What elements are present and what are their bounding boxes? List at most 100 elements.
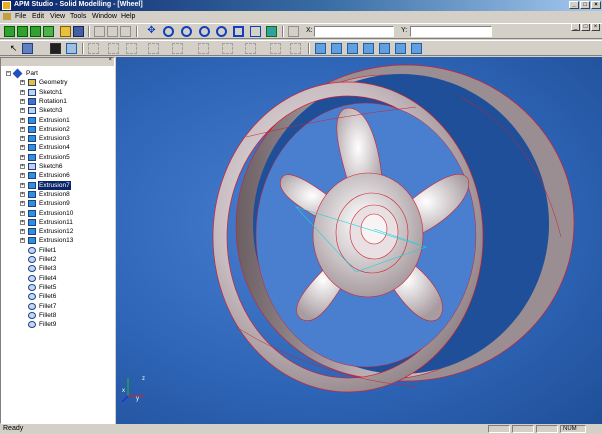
expand-toggle-icon[interactable]: +	[20, 173, 25, 179]
expand-toggle-icon[interactable]: +	[20, 98, 25, 104]
expand-toggle-icon[interactable]: +	[20, 136, 25, 142]
expand-toggle-icon[interactable]: +	[20, 108, 25, 114]
zoom-in-icon[interactable]	[163, 26, 174, 37]
fillet-icon	[28, 321, 36, 329]
tree-item-label: Fillet4	[39, 274, 57, 282]
menu-help[interactable]: Help	[121, 13, 135, 20]
axis-z-label: z	[142, 376, 145, 382]
tree-item-label: Fillet7	[39, 302, 57, 310]
close-button[interactable]: ×	[591, 1, 601, 9]
trim-icon[interactable]	[245, 43, 256, 54]
spline-icon[interactable]	[222, 43, 233, 54]
x-coordinate-field[interactable]	[314, 26, 394, 37]
new-drawing-icon[interactable]	[30, 26, 41, 37]
tree-item-label: Extrusion5	[39, 153, 70, 161]
point-icon[interactable]	[88, 43, 99, 54]
expand-toggle-icon[interactable]: +	[20, 182, 25, 188]
pan-icon[interactable]: ✥	[146, 26, 157, 37]
expand-toggle-icon[interactable]: +	[20, 164, 25, 169]
sketch-icon	[28, 163, 36, 170]
circle-icon[interactable]	[148, 43, 159, 54]
panel-close-icon[interactable]: ×	[108, 57, 112, 63]
paste-icon[interactable]	[120, 26, 131, 37]
new-part-icon[interactable]	[4, 26, 15, 37]
arc-icon[interactable]	[172, 43, 183, 54]
expand-toggle-icon[interactable]: +	[20, 229, 25, 235]
tree-item-label: Extrusion6	[39, 172, 70, 180]
toolbar-separator	[136, 26, 138, 37]
expand-toggle-icon[interactable]: +	[20, 210, 25, 216]
zoom-all-icon[interactable]	[216, 26, 227, 37]
menu-edit[interactable]: Edit	[32, 13, 44, 20]
num-lock-indicator: NUM	[560, 425, 586, 433]
wheel-model[interactable]	[116, 57, 602, 424]
collapse-toggle-icon[interactable]: −	[6, 71, 11, 76]
x-coordinate-label: X:	[306, 27, 313, 34]
rotate-view-icon[interactable]	[250, 26, 261, 37]
new-sketch-icon[interactable]	[43, 26, 54, 37]
expand-toggle-icon[interactable]: +	[20, 126, 25, 132]
fillet-icon[interactable]	[379, 43, 390, 54]
maximize-button[interactable]: □	[580, 1, 590, 9]
extrusion-icon	[28, 190, 36, 198]
tree-item-label: Extrusion2	[39, 125, 70, 133]
line-icon[interactable]	[108, 43, 119, 54]
tree-item-label: Fillet8	[39, 311, 57, 319]
loft-icon[interactable]	[363, 43, 374, 54]
expand-toggle-icon[interactable]: +	[20, 145, 25, 151]
app-icon	[2, 1, 11, 10]
menu-window[interactable]: Window	[92, 13, 117, 20]
layers-icon[interactable]	[66, 43, 77, 54]
expand-toggle-icon[interactable]: +	[20, 238, 25, 244]
minimize-button[interactable]: _	[569, 1, 579, 9]
expand-toggle-icon[interactable]: +	[20, 154, 25, 160]
fillet-icon	[28, 265, 36, 273]
axis-y-label: y	[136, 396, 139, 402]
extrusion-icon	[28, 218, 36, 226]
menu-view[interactable]: View	[50, 13, 65, 20]
polyline-icon[interactable]	[126, 43, 137, 54]
new-assembly-icon[interactable]	[17, 26, 28, 37]
sketch-mode-icon[interactable]	[22, 43, 33, 54]
3d-viewport[interactable]: z x y	[116, 57, 602, 424]
dimension-icon[interactable]	[270, 43, 281, 54]
extrusion-icon	[28, 181, 36, 189]
menu-file[interactable]: File	[15, 13, 26, 20]
select-view-icon[interactable]	[266, 26, 277, 37]
copy-icon[interactable]	[107, 26, 118, 37]
extrusion-icon	[28, 144, 36, 152]
menu-tools[interactable]: Tools	[70, 13, 86, 20]
revolve-icon[interactable]	[331, 43, 342, 54]
sweep-icon[interactable]	[347, 43, 358, 54]
sketch-icon	[28, 107, 36, 115]
expand-toggle-icon[interactable]: +	[20, 80, 25, 86]
zoom-out-icon[interactable]	[181, 26, 192, 37]
expand-toggle-icon[interactable]: +	[20, 191, 25, 197]
tree-item-label: Fillet2	[39, 256, 57, 263]
toolbar-separator	[308, 43, 310, 54]
expand-toggle-icon[interactable]: +	[20, 89, 25, 95]
tree-item-label: Extrusion8	[39, 190, 70, 198]
snap-icon[interactable]	[288, 26, 299, 37]
save-icon[interactable]	[73, 26, 84, 37]
select-arrow-icon[interactable]: ↖	[8, 43, 19, 54]
menu-bar: File Edit View Tools Window Help _ □ ×	[0, 11, 602, 31]
toolbar-separator	[88, 26, 90, 37]
fillet-icon	[28, 302, 36, 310]
status-bar: Ready NUM	[0, 424, 602, 434]
y-coordinate-field[interactable]	[410, 26, 492, 37]
fit-view-icon[interactable]	[233, 26, 244, 37]
fillet-icon	[28, 311, 36, 319]
rectangle-icon[interactable]	[198, 43, 209, 54]
cut-icon[interactable]	[94, 26, 105, 37]
boolean-icon[interactable]	[411, 43, 422, 54]
expand-toggle-icon[interactable]: +	[20, 117, 25, 123]
open-icon[interactable]	[60, 26, 71, 37]
extrude-icon[interactable]	[315, 43, 326, 54]
zoom-window-icon[interactable]	[199, 26, 210, 37]
expand-toggle-icon[interactable]: +	[20, 219, 25, 225]
chamfer-icon[interactable]	[395, 43, 406, 54]
property-icon[interactable]	[50, 43, 61, 54]
constraint-icon[interactable]	[290, 43, 301, 54]
expand-toggle-icon[interactable]: +	[20, 201, 25, 207]
